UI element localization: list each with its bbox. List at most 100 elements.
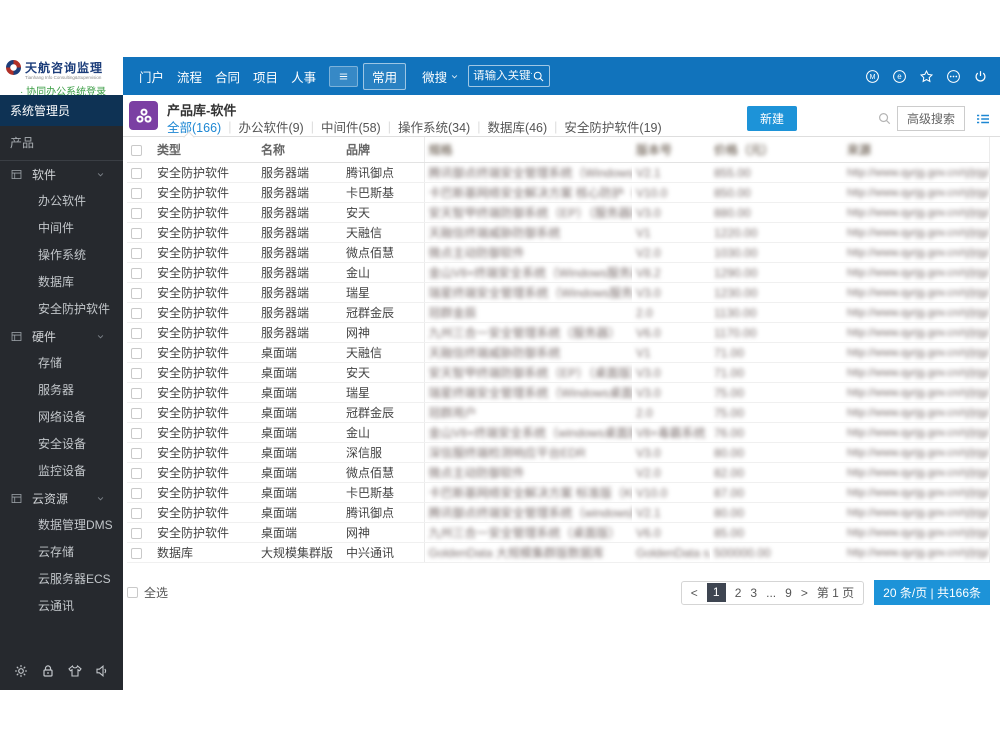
lock-icon[interactable] [40, 663, 56, 679]
nav-item-5[interactable]: 人事 [291, 67, 316, 86]
header-checkbox[interactable] [131, 144, 142, 156]
sidebar-item-云通讯[interactable]: 云通讯 [0, 593, 123, 620]
table-search-input[interactable] [804, 107, 877, 130]
star-icon[interactable] [919, 69, 934, 84]
sidebar-item-数据管理DMS[interactable]: 数据管理DMS [0, 512, 123, 539]
sidebar-item-云存储[interactable]: 云存储 [0, 539, 123, 566]
sidebar-item-安全防护软件[interactable]: 安全防护软件 [0, 296, 123, 323]
power-icon[interactable] [973, 69, 988, 84]
cell-source-link[interactable]: http://www.qyrjg.gov.cn/rj/jrjg/ [847, 347, 989, 359]
row-checkbox[interactable] [131, 527, 142, 539]
cell-source-link[interactable]: http://www.qyrjg.gov.cn/rj/jrjg/ [847, 307, 989, 319]
page-button-9[interactable]: 9 [785, 586, 792, 600]
sidebar-item-安全设备[interactable]: 安全设备 [0, 431, 123, 458]
row-checkbox[interactable] [131, 247, 142, 259]
row-checkbox[interactable] [131, 327, 142, 339]
tab-2[interactable]: 办公软件(9) [238, 117, 303, 136]
cell-version-text: 2.0 [636, 405, 653, 420]
search-icon[interactable] [532, 70, 545, 83]
advanced-search-button[interactable]: 高级搜索 [896, 106, 965, 131]
row-checkbox[interactable] [131, 207, 142, 219]
sidebar-item-网络设备[interactable]: 网络设备 [0, 404, 123, 431]
per-page-button[interactable]: 20 条/页 | 共166条 [874, 580, 990, 605]
tab-4[interactable]: 操作系统(34) [398, 117, 470, 136]
sidebar-item-办公软件[interactable]: 办公软件 [0, 188, 123, 215]
sidebar-group-2[interactable]: 硬件 [0, 323, 123, 350]
cell-source-link[interactable]: http://www.qyrjg.gov.cn/rj/jrjg/ [847, 447, 989, 459]
row-checkbox[interactable] [131, 547, 142, 559]
row-checkbox[interactable] [131, 387, 142, 399]
cell-source-link[interactable]: http://www.qyrjg.gov.cn/rj/jrjg/ [847, 527, 989, 539]
row-checkbox[interactable] [131, 407, 142, 419]
more-icon[interactable] [946, 69, 961, 84]
sidebar-group-1[interactable]: 软件 [0, 161, 123, 188]
cell-source-link[interactable]: http://www.qyrjg.gov.cn/rj/jrjg/ [847, 507, 989, 519]
tab-5[interactable]: 数据库(46) [487, 117, 547, 136]
gear-icon[interactable] [13, 663, 29, 679]
sidebar-item-服务器[interactable]: 服务器 [0, 377, 123, 404]
global-search-input[interactable] [473, 70, 533, 82]
sidebar-item-中间件[interactable]: 中间件 [0, 215, 123, 242]
cell-source-link[interactable]: http://www.qyrjg.gov.cn/rj/jrjg/ [847, 387, 989, 399]
page-prev-button[interactable]: < [691, 586, 698, 600]
new-button[interactable]: 新建 [746, 106, 797, 131]
row-checkbox[interactable] [131, 167, 142, 179]
select-all-checkbox[interactable] [127, 587, 138, 598]
cell-source-link[interactable]: http://www.qyrjg.gov.cn/rj/jrjg/ [847, 247, 989, 259]
nav-item-3[interactable]: 合同 [215, 67, 240, 86]
row-checkbox[interactable] [131, 267, 142, 279]
search-icon[interactable] [877, 111, 892, 126]
row-checkbox[interactable] [131, 227, 142, 239]
m-icon[interactable]: M [865, 69, 880, 84]
cell-source-link[interactable]: http://www.qyrjg.gov.cn/rj/jrjg/ [847, 327, 989, 339]
cell-source-link[interactable]: http://www.qyrjg.gov.cn/rj/jrjg/ [847, 487, 989, 499]
row-checkbox[interactable] [131, 467, 142, 479]
cell-source-link[interactable]: http://www.qyrjg.gov.cn/rj/jrjg/ [847, 467, 989, 479]
cell-source-link[interactable]: http://www.qyrjg.gov.cn/rj/jrjg/ [847, 407, 989, 419]
row-checkbox[interactable] [131, 367, 142, 379]
list-view-icon[interactable] [975, 111, 991, 127]
row-checkbox[interactable] [131, 347, 142, 359]
e-icon[interactable]: e [892, 69, 907, 84]
page-button-1[interactable]: 1 [706, 583, 726, 602]
row-checkbox[interactable] [131, 187, 142, 199]
cell-source-link[interactable]: http://www.qyrjg.gov.cn/rj/jrjg/ [847, 367, 989, 379]
wesearch-dropdown[interactable]: 微搜 [422, 67, 460, 86]
cell-source-link[interactable]: http://www.qyrjg.gov.cn/rj/jrjg/ [847, 227, 989, 239]
sidebar-item-存储[interactable]: 存储 [0, 350, 123, 377]
sidebar-item-监控设备[interactable]: 监控设备 [0, 458, 123, 485]
row-checkbox[interactable] [131, 507, 142, 519]
sidebar-group-3[interactable]: 云资源 [0, 485, 123, 512]
page-button-3[interactable]: 3 [750, 586, 757, 600]
nav-common-button[interactable]: 常用 [363, 62, 407, 90]
page-next-button[interactable]: > [801, 586, 808, 600]
cell-source-link[interactable]: http://www.qyrjg.gov.cn/rj/jrjg/ [847, 187, 989, 199]
shirt-icon[interactable] [67, 663, 83, 679]
role-header[interactable]: 系统管理员 [0, 95, 123, 126]
nav-item-4[interactable]: 项目 [253, 67, 278, 86]
cell-source-link[interactable]: http://www.qyrjg.gov.cn/rj/jrjg/ [847, 287, 989, 299]
tab-3[interactable]: 中间件(58) [321, 117, 381, 136]
tab-6[interactable]: 安全防护软件(19) [564, 117, 661, 136]
sidebar-item-云服务器ECS[interactable]: 云服务器ECS [0, 566, 123, 593]
nav-more-menu-button[interactable] [329, 65, 359, 87]
row-checkbox[interactable] [131, 287, 142, 299]
sidebar-item-数据库[interactable]: 数据库 [0, 269, 123, 296]
cell-source-link[interactable]: http://www.qyrjg.gov.cn/rj/jrjg/ [847, 167, 989, 179]
cell-source-link[interactable]: http://www.qyrjg.gov.cn/rj/jrjg/ [847, 427, 989, 439]
tab-1[interactable]: 全部(166) [167, 117, 221, 136]
page-button-2[interactable]: 2 [735, 586, 742, 600]
row-checkbox[interactable] [131, 427, 142, 439]
nav-item-2[interactable]: 流程 [177, 67, 202, 86]
speaker-icon[interactable] [94, 663, 110, 679]
nav-item-1[interactable]: 门户 [139, 67, 164, 86]
cell-source-link[interactable]: http://www.qyrjg.gov.cn/rj/jrjg/ [847, 547, 989, 559]
sidebar-item-操作系统[interactable]: 操作系统 [0, 242, 123, 269]
row-checkbox[interactable] [131, 307, 142, 319]
row-checkbox[interactable] [131, 487, 142, 499]
sidebar-section-product[interactable]: 产品 [0, 126, 123, 161]
cell-source-link[interactable]: http://www.qyrjg.gov.cn/rj/jrjg/ [847, 207, 989, 219]
row-checkbox[interactable] [131, 447, 142, 459]
cell-price: 80.00 [710, 442, 843, 463]
cell-source-link[interactable]: http://www.qyrjg.gov.cn/rj/jrjg/ [847, 267, 989, 279]
